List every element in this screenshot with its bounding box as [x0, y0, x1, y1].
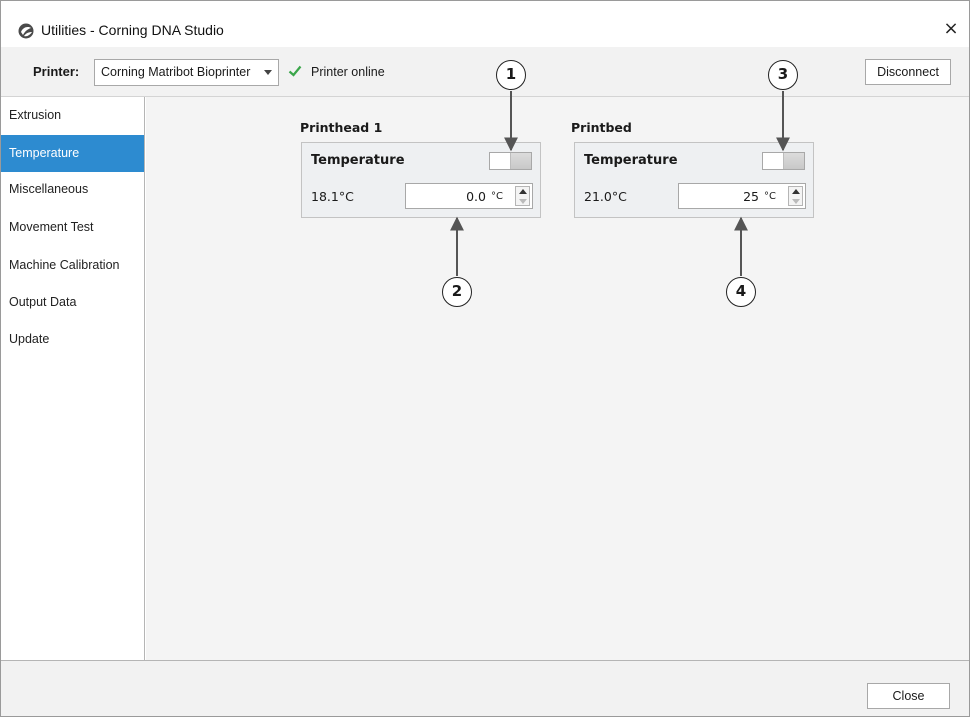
printer-label: Printer:: [33, 64, 80, 79]
printhead-setpoint-value: 0.0: [466, 189, 486, 204]
window-title: Utilities - Corning DNA Studio: [41, 22, 224, 38]
sidebar-item-machine-calibration[interactable]: Machine Calibration: [1, 247, 144, 284]
utilities-window: Utilities - Corning DNA Studio × Printer…: [0, 0, 970, 717]
printer-toolbar: Printer: Corning Matribot Bioprinter Pri…: [1, 47, 969, 97]
arrow-up-icon[interactable]: [519, 189, 527, 194]
printhead-current-temp: 18.1°C: [311, 189, 354, 204]
arrow-up-icon[interactable]: [792, 189, 800, 194]
callout-marker-4: 4: [726, 277, 756, 307]
printbed-current-temp: 21.0°C: [584, 189, 627, 204]
printhead-section-title: Printhead 1: [300, 120, 383, 135]
printhead-temperature-box: Temperature 18.1°C 0.0 °C: [301, 142, 541, 218]
printhead-setpoint-unit: °C: [491, 191, 503, 202]
temperature-panel: Printhead 1 Temperature 18.1°C 0.0 °C Pr…: [146, 97, 969, 660]
utilities-sidebar: Extrusion Temperature Miscellaneous Move…: [1, 97, 145, 660]
dialog-footer: Close: [1, 660, 969, 716]
toggle-track: [784, 153, 804, 169]
printbed-setpoint-value: 25: [743, 189, 759, 204]
callout-marker-2: 2: [442, 277, 472, 307]
arrow-down-icon[interactable]: [519, 199, 527, 204]
printbed-section-title: Printbed: [571, 120, 632, 135]
printer-dropdown-value: Corning Matribot Bioprinter: [101, 65, 251, 79]
printbed-heater-toggle[interactable]: [762, 152, 805, 170]
corning-logo-icon: [18, 23, 34, 39]
sidebar-item-update[interactable]: Update: [1, 321, 144, 358]
printhead-spin-buttons[interactable]: [515, 186, 530, 206]
printbed-temperature-title: Temperature: [584, 153, 678, 168]
printer-status-text: Printer online: [311, 65, 385, 79]
printhead-temperature-title: Temperature: [311, 153, 405, 168]
toggle-knob: [763, 153, 784, 169]
printbed-temperature-box: Temperature 21.0°C 25 °C: [574, 142, 814, 218]
sidebar-item-output-data[interactable]: Output Data: [1, 284, 144, 321]
printhead-setpoint-input[interactable]: 0.0 °C: [405, 183, 533, 209]
printbed-setpoint-unit: °C: [764, 191, 776, 202]
toggle-track: [511, 153, 531, 169]
disconnect-button[interactable]: Disconnect: [865, 59, 951, 85]
sidebar-item-extrusion[interactable]: Extrusion: [1, 97, 144, 134]
printbed-spin-buttons[interactable]: [788, 186, 803, 206]
arrow-down-icon[interactable]: [792, 199, 800, 204]
callout-marker-3: 3: [768, 60, 798, 90]
toggle-knob: [490, 153, 511, 169]
printhead-heater-toggle[interactable]: [489, 152, 532, 170]
sidebar-item-temperature[interactable]: Temperature: [1, 135, 144, 172]
printbed-setpoint-input[interactable]: 25 °C: [678, 183, 806, 209]
sidebar-item-miscellaneous[interactable]: Miscellaneous: [1, 171, 144, 208]
close-button[interactable]: Close: [867, 683, 950, 709]
sidebar-item-movement-test[interactable]: Movement Test: [1, 209, 144, 246]
title-bar: Utilities - Corning DNA Studio ×: [1, 1, 969, 47]
close-icon[interactable]: ×: [941, 19, 961, 39]
printer-dropdown[interactable]: Corning Matribot Bioprinter: [94, 59, 279, 86]
check-icon: [288, 65, 302, 77]
callout-marker-1: 1: [496, 60, 526, 90]
chevron-down-icon: [264, 70, 272, 75]
